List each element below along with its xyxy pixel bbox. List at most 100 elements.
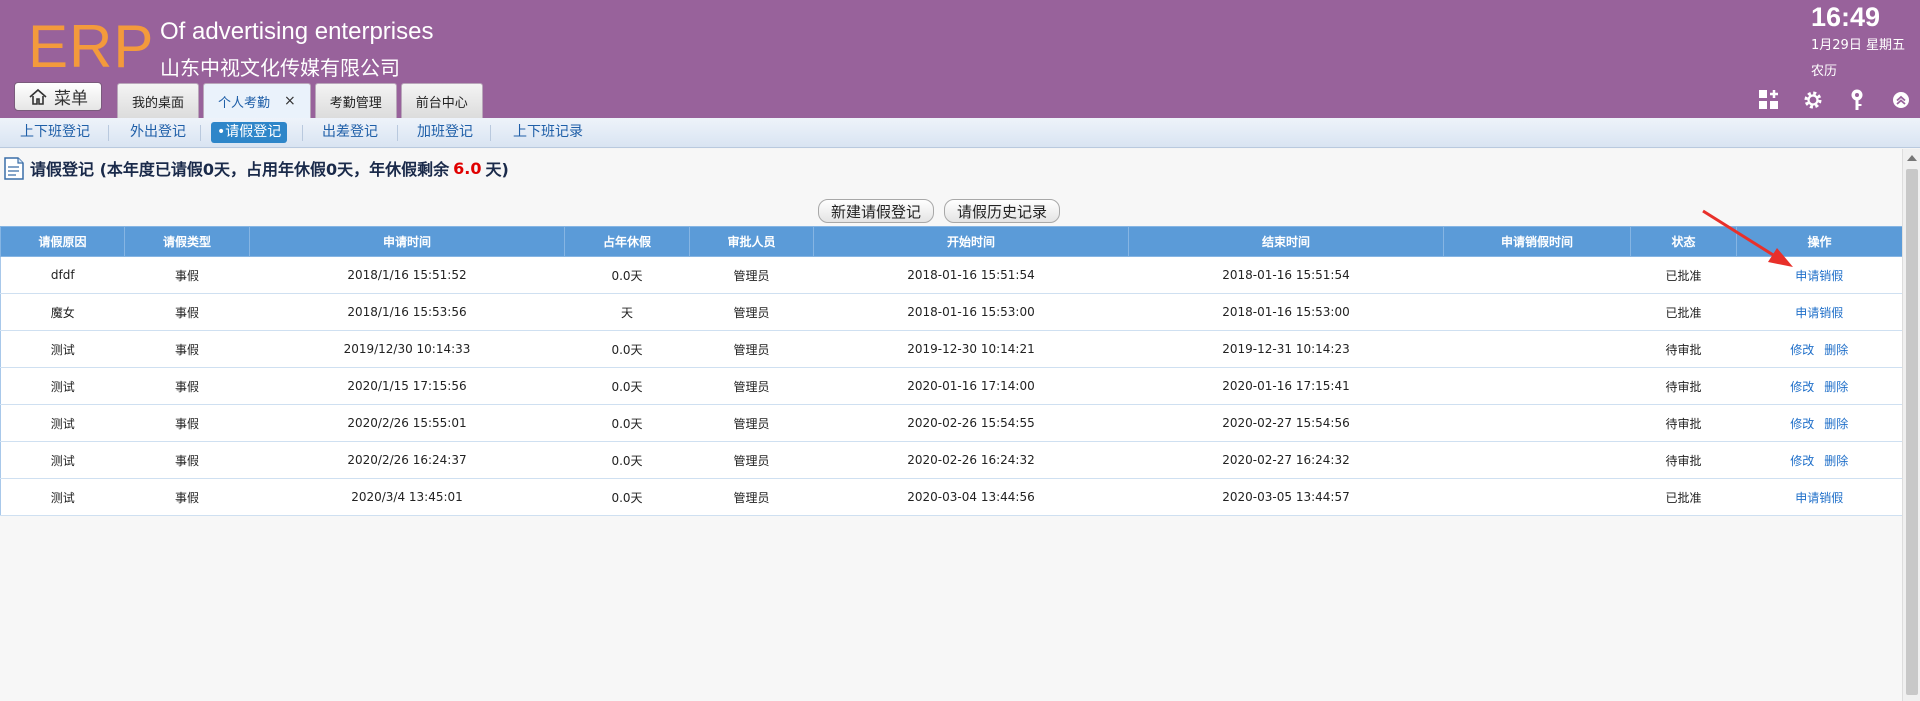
cell-type: 事假: [124, 478, 250, 516]
delete-link[interactable]: 删除: [1824, 343, 1848, 357]
menu-button[interactable]: 菜单: [14, 82, 102, 111]
cell-status: 已批准: [1630, 256, 1737, 294]
cell-type: 事假: [124, 256, 250, 294]
table-row: 测试 事假 2019/12/30 10:14:33 0.0天 管理员 2019-12-30…: [0, 330, 1903, 368]
col-header-end-time: 结束时间: [1128, 226, 1444, 257]
vertical-scrollbar[interactable]: [1902, 149, 1920, 701]
subnav-overtime[interactable]: 加班登记: [411, 122, 479, 143]
tab-label: 我的桌面: [132, 95, 185, 111]
subnav-outing[interactable]: 外出登记: [124, 122, 192, 143]
cell-apply-time: 2018/1/16 15:53:56: [249, 293, 565, 331]
table-row: 测试 事假 2020/2/26 16:24:37 0.0天 管理员 2020-02-26 …: [0, 441, 1903, 479]
company-name-en: Of advertising enterprises: [160, 18, 434, 45]
request-cancel-leave-link[interactable]: 申请销假: [1795, 306, 1843, 320]
cell-start-time: 2020-03-04 13:44:56: [813, 478, 1129, 516]
request-cancel-leave-link[interactable]: 申请销假: [1795, 269, 1843, 283]
cell-approver: 管理员: [689, 256, 814, 294]
close-icon[interactable]: ×: [284, 93, 296, 109]
cell-reason: 测试: [0, 478, 125, 516]
col-header-type: 请假类型: [124, 226, 250, 257]
main-content: 请假登记 (本年度已请假0天，占用年休假0天，年休假剩余 6.0 天) 新建请假登记…: [0, 149, 1903, 701]
cell-actions: 修改 删除: [1736, 404, 1903, 442]
gear-icon[interactable]: [1801, 88, 1825, 112]
cell-end-time: 2020-01-16 17:15:41: [1128, 367, 1444, 405]
cell-approver: 管理员: [689, 367, 814, 405]
cell-cancel-time: [1443, 293, 1631, 331]
page-title: 请假登记 (本年度已请假0天，占用年休假0天，年休假剩余 6.0 天): [2, 155, 509, 181]
subnav-divider: [397, 125, 398, 141]
subnav-leave[interactable]: •请假登记: [211, 122, 288, 143]
cell-actions: 申请销假: [1736, 478, 1903, 516]
cell-type: 事假: [124, 441, 250, 479]
cell-start-time: 2018-01-16 15:51:54: [813, 256, 1129, 294]
lunar-date: 农历: [1811, 64, 1838, 79]
cell-start-time: 2019-12-30 10:14:21: [813, 330, 1129, 368]
scrollbar-thumb[interactable]: [1906, 169, 1918, 695]
scroll-up-arrow-icon[interactable]: [1907, 155, 1917, 161]
clock-time: 16:49: [1811, 2, 1881, 32]
subnav-divider: [302, 125, 303, 141]
app-header: ERP Of advertising enterprises 山东中视文化传媒有…: [0, 0, 1920, 118]
tab-front-desk[interactable]: 前台中心: [400, 83, 483, 118]
cell-approver: 管理员: [689, 478, 814, 516]
cell-end-time: 2020-02-27 16:24:32: [1128, 441, 1444, 479]
page-title-text: 请假登记 (本年度已请假0天，占用年休假0天，年休假剩余: [30, 160, 450, 179]
tab-label: 个人考勤: [218, 95, 271, 111]
new-leave-button[interactable]: 新建请假登记: [818, 199, 935, 223]
cell-apply-time: 2019/12/30 10:14:33: [249, 330, 565, 368]
subnav-attendance-records[interactable]: 上下班记录: [507, 122, 589, 143]
annual-leave-remaining: 6.0: [453, 158, 482, 178]
tab-personal-attendance[interactable]: 个人考勤 ×: [203, 83, 311, 118]
cell-start-time: 2020-02-26 16:24:32: [813, 441, 1129, 479]
cell-actions: 申请销假: [1736, 256, 1903, 294]
cell-end-time: 2018-01-16 15:51:54: [1128, 256, 1444, 294]
company-name-cn: 山东中视文化传媒有限公司: [160, 56, 400, 80]
edit-link[interactable]: 修改: [1790, 417, 1814, 431]
leave-table-body: dfdf 事假 2018/1/16 15:51:52 0.0天 管理员 2018-01-1…: [0, 256, 1903, 516]
cell-end-time: 2019-12-31 10:14:23: [1128, 330, 1444, 368]
top-tabs: 我的桌面 个人考勤 × 考勤管理 前台中心: [117, 83, 483, 118]
subnav-divider: [490, 125, 491, 141]
cell-reason: 测试: [0, 441, 125, 479]
tab-label: 考勤管理: [329, 95, 382, 111]
cell-status: 已批准: [1630, 293, 1737, 331]
tab-attendance-management[interactable]: 考勤管理: [314, 83, 397, 118]
subnav-clock-in[interactable]: 上下班登记: [14, 122, 96, 143]
cell-reason: dfdf: [0, 256, 125, 294]
cell-start-time: 2020-02-26 15:54:55: [813, 404, 1129, 442]
cell-status: 待审批: [1630, 330, 1737, 368]
cell-annual-leave: 0.0天: [564, 478, 690, 516]
delete-link[interactable]: 删除: [1824, 380, 1848, 394]
cell-cancel-time: [1443, 478, 1631, 516]
cell-apply-time: 2020/2/26 16:24:37: [249, 441, 565, 479]
cell-apply-time: 2020/1/15 17:15:56: [249, 367, 565, 405]
cell-annual-leave: 0.0天: [564, 404, 690, 442]
subnav-divider: [108, 125, 109, 141]
cell-reason: 测试: [0, 330, 125, 368]
leave-history-button[interactable]: 请假历史记录: [944, 199, 1061, 223]
edit-link[interactable]: 修改: [1790, 454, 1814, 468]
table-row: 测试 事假 2020/1/15 17:15:56 0.0天 管理员 2020-01-16 …: [0, 367, 1903, 405]
col-header-approver: 审批人员: [689, 226, 814, 257]
delete-link[interactable]: 删除: [1824, 417, 1848, 431]
subnav-business-trip[interactable]: 出差登记: [316, 122, 384, 143]
tab-my-desktop[interactable]: 我的桌面: [117, 83, 200, 118]
edit-link[interactable]: 修改: [1790, 343, 1814, 357]
col-header-cancel-time: 申请销假时间: [1443, 226, 1631, 257]
leave-table: 请假原因 请假类型 申请时间 占年休假 审批人员 开始时间 结束时间 申请销假时…: [0, 226, 1903, 516]
key-icon[interactable]: [1845, 88, 1869, 112]
delete-link[interactable]: 删除: [1824, 454, 1848, 468]
cell-status: 待审批: [1630, 404, 1737, 442]
grid-plus-icon[interactable]: [1757, 88, 1781, 112]
cell-status: 待审批: [1630, 367, 1737, 405]
request-cancel-leave-link[interactable]: 申请销假: [1795, 491, 1843, 505]
cell-cancel-time: [1443, 404, 1631, 442]
edit-link[interactable]: 修改: [1790, 380, 1814, 394]
collapse-up-icon[interactable]: [1889, 88, 1913, 112]
cell-status: 待审批: [1630, 441, 1737, 479]
cell-reason: 测试: [0, 367, 125, 405]
tab-label: 前台中心: [415, 95, 468, 111]
cell-apply-time: 2020/3/4 13:45:01: [249, 478, 565, 516]
cell-annual-leave: 0.0天: [564, 256, 690, 294]
col-header-actions: 操作: [1736, 226, 1903, 257]
